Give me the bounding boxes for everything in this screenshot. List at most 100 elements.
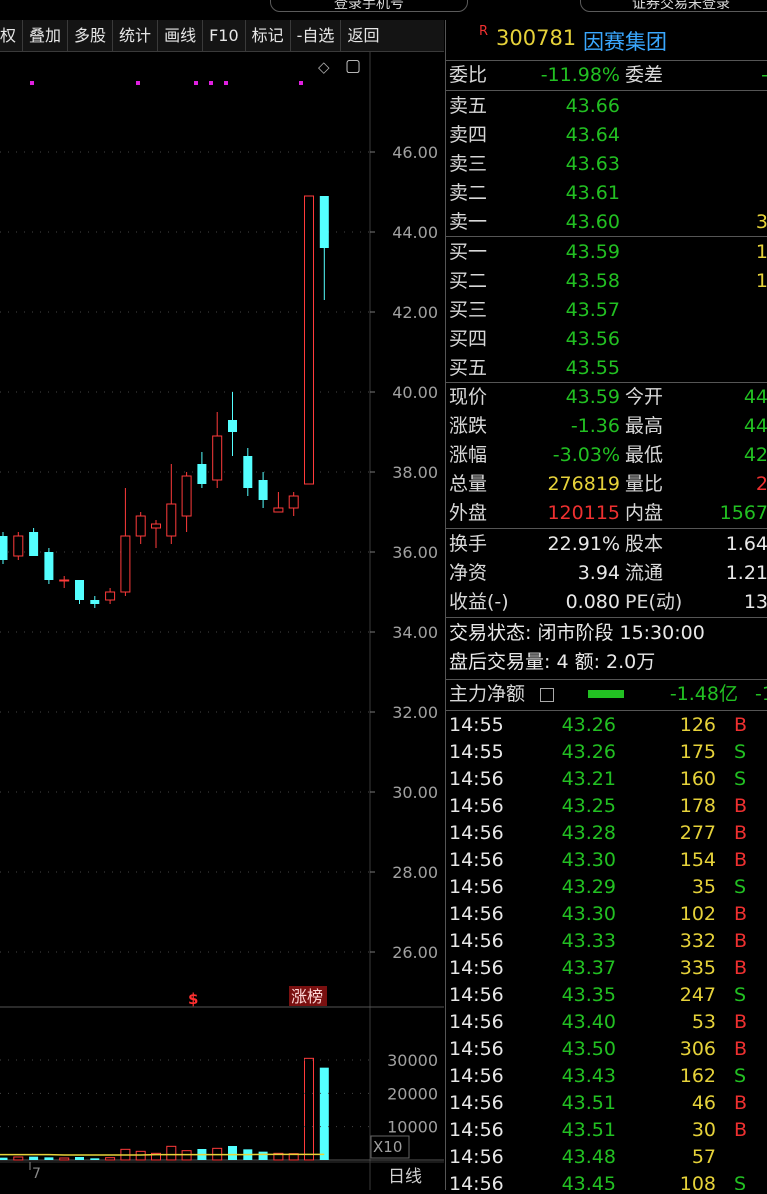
- candle[interactable]: [212, 412, 223, 488]
- bid-label: 买三: [449, 299, 488, 321]
- rank-badge[interactable]: 涨榜: [291, 987, 323, 1006]
- kline-chart[interactable]: 46.00 44.00 42.00 40.00 38.00 36.00 34.00 32.00…: [0, 52, 444, 1190]
- tick-volume: 247: [679, 984, 716, 1006]
- tick-time: 14:56: [449, 1065, 504, 1087]
- candle[interactable]: [166, 464, 177, 544]
- toolbar-mark-button[interactable]: 标记: [246, 20, 291, 51]
- ask-row[interactable]: 卖三 43.63: [446, 150, 767, 179]
- toolbar-fuquan-button[interactable]: 权: [0, 20, 24, 51]
- toolbar-watchlist-button[interactable]: -自选: [291, 20, 342, 51]
- quote-value: 44: [743, 386, 767, 408]
- tick-price: 43.33: [561, 930, 616, 952]
- period-label[interactable]: 日线: [388, 1167, 422, 1187]
- candle[interactable]: [181, 472, 192, 532]
- ask-row[interactable]: 卖四 43.64: [446, 121, 767, 150]
- candle-body: [304, 195, 314, 485]
- trade-login-button[interactable]: 证券交易未登录: [580, 0, 767, 12]
- candle[interactable]: [151, 520, 161, 548]
- price-tick-label: 28.00: [392, 863, 438, 882]
- candle-body: [29, 532, 39, 556]
- candle[interactable]: [0, 532, 8, 564]
- candle[interactable]: [258, 472, 268, 508]
- window-icon[interactable]: ▢: [345, 56, 361, 76]
- toolbar-draw-button[interactable]: 画线: [158, 20, 204, 51]
- bid-row[interactable]: 买五 43.55: [446, 354, 767, 383]
- toolbar-back-button[interactable]: 返回: [341, 20, 385, 51]
- event-marker[interactable]: [194, 81, 198, 85]
- tick-row: 14:56 43.37 335 B: [446, 955, 767, 982]
- mainflow-value: -1.48亿: [669, 683, 738, 705]
- candle[interactable]: [29, 528, 39, 556]
- event-marker[interactable]: [299, 81, 303, 85]
- toolbar-f10-button[interactable]: F10: [203, 20, 246, 51]
- stock-name[interactable]: 因赛集团: [583, 26, 667, 56]
- r-badge: R: [479, 24, 489, 39]
- event-marker[interactable]: [30, 81, 34, 85]
- tick-volume: 108: [679, 1173, 716, 1190]
- ask-label: 卖三: [449, 153, 488, 175]
- toolbar-multi-stock-button[interactable]: 多股: [68, 20, 114, 51]
- event-marker[interactable]: [136, 81, 140, 85]
- bid-volume: 1: [755, 270, 767, 292]
- tick-volume: 35: [691, 876, 716, 898]
- tick-direction: S: [734, 1065, 747, 1087]
- quote-label: 涨跌: [449, 415, 488, 437]
- ask-row[interactable]: 卖一 43.60 3: [446, 208, 767, 237]
- candle[interactable]: [75, 580, 84, 604]
- tick-volume: 332: [679, 930, 716, 952]
- fund-label: 收益(-): [449, 591, 509, 613]
- weibi-row: 委比 -11.98% 委差 -: [446, 61, 767, 90]
- bid-row[interactable]: 买三 43.57: [446, 296, 767, 325]
- kline-chart-svg[interactable]: 46.00 44.00 42.00 40.00 38.00 36.00 34.00 32.00…: [0, 52, 444, 1190]
- candle[interactable]: [44, 548, 54, 584]
- mainflow-label: 主力净额: [449, 683, 526, 705]
- candle[interactable]: [228, 392, 237, 456]
- diamond-icon[interactable]: ◇: [318, 58, 330, 76]
- quote-value: -1.36: [570, 415, 620, 437]
- login-phone-button[interactable]: 登录手机号: [270, 0, 468, 12]
- tick-time: 14:56: [449, 930, 504, 952]
- candle[interactable]: [304, 195, 314, 485]
- candle[interactable]: [288, 492, 299, 516]
- event-marker[interactable]: [224, 81, 228, 85]
- chart-toolbar: 权 叠加 多股 统计 画线 F10 标记 -自选 返回: [0, 20, 444, 52]
- tick-row: 14:56 43.35 247 S: [446, 982, 767, 1009]
- candle[interactable]: [105, 588, 116, 604]
- ask-label: 卖四: [449, 124, 488, 146]
- bid-label: 买二: [449, 270, 488, 292]
- candle[interactable]: [120, 488, 131, 596]
- tick-price: 43.40: [561, 1011, 616, 1033]
- tick-row: 14:55 43.26 175 S: [446, 739, 767, 766]
- candle[interactable]: [243, 448, 253, 496]
- candle-body: [288, 495, 299, 509]
- volume-tick-label: 20000: [387, 1084, 438, 1103]
- tick-price: 43.29: [561, 876, 616, 898]
- candle[interactable]: [59, 576, 70, 588]
- candle[interactable]: [13, 532, 24, 560]
- ask-price: 43.64: [565, 124, 620, 146]
- event-marker[interactable]: [209, 81, 213, 85]
- signal-marker[interactable]: $: [188, 990, 198, 1008]
- bid-row[interactable]: 买一 43.59 1: [446, 238, 767, 267]
- candle[interactable]: [197, 452, 207, 488]
- fundamental-row: 收益(-) 0.080 PE(动) 13: [446, 588, 767, 617]
- mainflow-row[interactable]: 主力净额 -1.48亿 -1: [446, 680, 767, 709]
- bid-row[interactable]: 买四 43.56: [446, 325, 767, 354]
- quote-row: 涨幅 -3.03% 最低 42: [446, 441, 767, 470]
- bid-row[interactable]: 买二 43.58 1: [446, 267, 767, 296]
- bid-label: 买一: [449, 241, 488, 263]
- bid-price: 43.55: [565, 357, 620, 379]
- list-icon[interactable]: [540, 688, 554, 702]
- candle-body: [319, 196, 329, 248]
- mainflow-value2: -1: [755, 683, 767, 705]
- toolbar-stats-button[interactable]: 统计: [113, 20, 159, 51]
- candle-body: [0, 536, 8, 560]
- candle[interactable]: [273, 492, 284, 513]
- candle[interactable]: [90, 596, 100, 608]
- candle[interactable]: [135, 512, 146, 544]
- ask-row[interactable]: 卖五 43.66: [446, 92, 767, 121]
- toolbar-overlay-button[interactable]: 叠加: [23, 20, 69, 51]
- ask-row[interactable]: 卖二 43.61: [446, 179, 767, 208]
- fund-value: 0.080: [565, 591, 620, 613]
- candle[interactable]: [319, 196, 329, 300]
